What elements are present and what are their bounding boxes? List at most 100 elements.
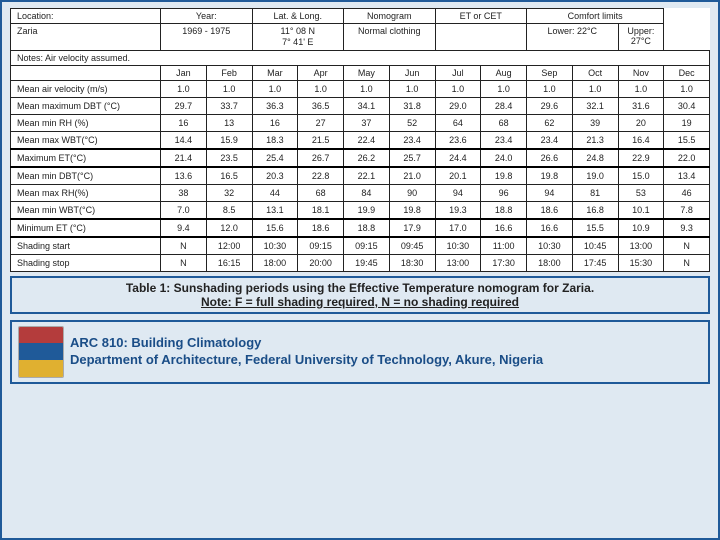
cell: 21.3 xyxy=(572,131,618,149)
cell: 9.3 xyxy=(664,219,710,237)
caption-title: Table 1: Sunshading periods using the Ef… xyxy=(18,281,702,295)
cell: 13.4 xyxy=(664,167,710,185)
cell: 25.7 xyxy=(389,149,435,167)
cell: 19.8 xyxy=(527,167,573,185)
table-row-maxdbt: Mean maximum DBT (°C)29.733.736.336.534.… xyxy=(11,97,710,114)
cell: 23.4 xyxy=(481,131,527,149)
cell: 15.5 xyxy=(664,131,710,149)
cell: 17.0 xyxy=(435,219,481,237)
cell: 32.1 xyxy=(572,97,618,114)
cell: 52 xyxy=(389,114,435,131)
cell: 18.1 xyxy=(298,201,344,219)
cell: 10.9 xyxy=(618,219,664,237)
cell: 18.8 xyxy=(481,201,527,219)
cell: 10:45 xyxy=(572,237,618,255)
cell: 26.2 xyxy=(344,149,390,167)
cell: 1.0 xyxy=(389,80,435,97)
loc-val: Zaria xyxy=(11,24,161,51)
cell: 25.4 xyxy=(252,149,298,167)
cell: 26.6 xyxy=(527,149,573,167)
dept-name: Department of Architecture, Federal Univ… xyxy=(70,352,543,369)
cell: 23.4 xyxy=(389,131,435,149)
cell: 19:45 xyxy=(344,254,390,271)
cell: 1.0 xyxy=(572,80,618,97)
cell: 18:00 xyxy=(252,254,298,271)
cell: 20:00 xyxy=(298,254,344,271)
month-header: Jul xyxy=(435,65,481,80)
et-lbl: ET or CET xyxy=(435,9,527,24)
footer: ARC 810: Building Climatology Department… xyxy=(10,320,710,384)
cell: N xyxy=(664,237,710,255)
cell: 17:45 xyxy=(572,254,618,271)
cell: 29.6 xyxy=(527,97,573,114)
cell: 13:00 xyxy=(618,237,664,255)
row-label: Maximum ET(°C) xyxy=(11,149,161,167)
caption-box: Table 1: Sunshading periods using the Ef… xyxy=(10,276,710,314)
cell: 17.9 xyxy=(389,219,435,237)
cell: 1.0 xyxy=(664,80,710,97)
month-header: Nov xyxy=(618,65,664,80)
cell: 13:00 xyxy=(435,254,481,271)
cell: 36.3 xyxy=(252,97,298,114)
climate-table: Location: Year: Lat. & Long. Nomogram ET… xyxy=(10,8,710,272)
table-row-maxet: Maximum ET(°C)21.423.525.426.726.225.724… xyxy=(11,149,710,167)
cell: 22.8 xyxy=(298,167,344,185)
month-header: Feb xyxy=(206,65,252,80)
cell: 44 xyxy=(252,184,298,201)
row-label: Mean min DBT(°C) xyxy=(11,167,161,185)
course-title: ARC 810: Building Climatology xyxy=(70,335,543,352)
cell: 46 xyxy=(664,184,710,201)
comfort-lbl: Comfort limits xyxy=(527,9,664,24)
cell: N xyxy=(161,254,207,271)
row-label: Mean maximum DBT (°C) xyxy=(11,97,161,114)
cell: 1.0 xyxy=(298,80,344,97)
cell: 32 xyxy=(206,184,252,201)
cell: 15.5 xyxy=(572,219,618,237)
cell: 36.5 xyxy=(298,97,344,114)
caption-note: Note: F = full shading required, N = no … xyxy=(18,295,702,309)
cell: 13.1 xyxy=(252,201,298,219)
cell: 12:00 xyxy=(206,237,252,255)
cell: 18.8 xyxy=(344,219,390,237)
cell: 19.8 xyxy=(389,201,435,219)
cell: 53 xyxy=(618,184,664,201)
table-row-maxwbt: Mean max WBT(°C)14.415.918.321.522.423.4… xyxy=(11,131,710,149)
months-row: JanFebMarAprMayJunJulAugSepOctNovDec xyxy=(11,65,710,80)
cell: 15:30 xyxy=(618,254,664,271)
cell: 15.6 xyxy=(252,219,298,237)
cell: 64 xyxy=(435,114,481,131)
cell: 19 xyxy=(664,114,710,131)
cell: 84 xyxy=(344,184,390,201)
cell: 7.8 xyxy=(664,201,710,219)
table-row-air: Mean air velocity (m/s)1.01.01.01.01.01.… xyxy=(11,80,710,97)
table-row-maxrh: Mean max RH(%)383244688490949694815346 xyxy=(11,184,710,201)
cell: 24.8 xyxy=(572,149,618,167)
header-row-2: Zaria 1969 - 1975 11° 08 N7° 41' E Norma… xyxy=(11,24,710,51)
month-header: Aug xyxy=(481,65,527,80)
year-lbl: Year: xyxy=(161,9,253,24)
cell: 29.7 xyxy=(161,97,207,114)
month-header: Jun xyxy=(389,65,435,80)
cell: 1.0 xyxy=(435,80,481,97)
cell: 18.6 xyxy=(527,201,573,219)
university-logo-icon xyxy=(18,326,64,378)
cell: 24.4 xyxy=(435,149,481,167)
cell: 18.3 xyxy=(252,131,298,149)
notes: Notes: Air velocity assumed. xyxy=(11,50,710,65)
cell: 22.1 xyxy=(344,167,390,185)
cell: 15.9 xyxy=(206,131,252,149)
cell: 7.0 xyxy=(161,201,207,219)
cell: 18:30 xyxy=(389,254,435,271)
month-header: Oct xyxy=(572,65,618,80)
cell: 22.0 xyxy=(664,149,710,167)
cell: 1.0 xyxy=(252,80,298,97)
cell: 16.6 xyxy=(527,219,573,237)
cell: 94 xyxy=(435,184,481,201)
loc-lbl: Location: xyxy=(11,9,161,24)
cell: 22.4 xyxy=(344,131,390,149)
page-content: Location: Year: Lat. & Long. Nomogram ET… xyxy=(2,2,718,390)
cell: 16 xyxy=(252,114,298,131)
cell: 31.6 xyxy=(618,97,664,114)
cell: 16.4 xyxy=(618,131,664,149)
table-row-shstart: Shading startN12:0010:3009:1509:1509:451… xyxy=(11,237,710,255)
